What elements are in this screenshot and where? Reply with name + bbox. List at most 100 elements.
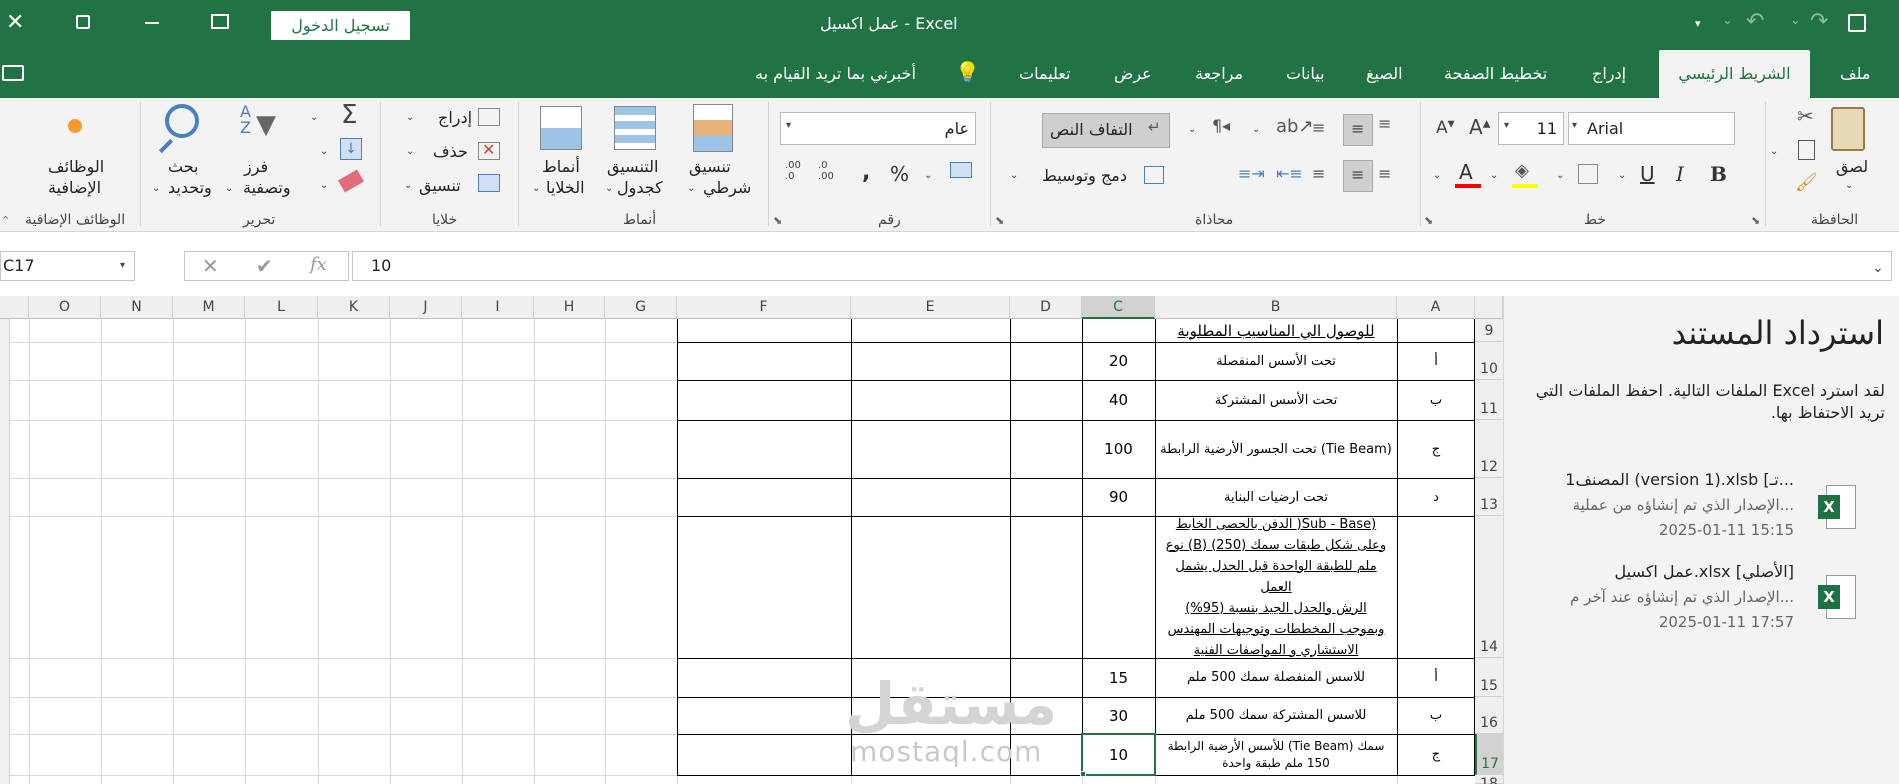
column-header[interactable]: L [245, 296, 318, 319]
cell-a10[interactable]: أ [1397, 342, 1475, 380]
tab-insert[interactable]: إدراج [1592, 50, 1626, 98]
decrease-font-icon[interactable]: A▼ [1436, 118, 1455, 138]
row-header[interactable]: 14 [1475, 516, 1503, 658]
borders-icon[interactable] [1578, 164, 1598, 184]
cell-c13[interactable]: 90 [1082, 478, 1155, 516]
copy-dropdown-icon[interactable]: ⌄ [1770, 146, 1778, 157]
delete-cells-label[interactable]: حذف [433, 142, 468, 161]
autosum-dropdown-icon[interactable]: ⌄ [310, 112, 318, 123]
cell-a16[interactable]: ب [1397, 697, 1475, 734]
font-name-dropdown-icon[interactable]: ▾ [1572, 120, 1577, 131]
expand-formula-icon[interactable]: ⌄ [1872, 260, 1884, 276]
paste-icon[interactable] [1831, 107, 1865, 151]
fill-handle[interactable] [1080, 771, 1086, 777]
cell-a9[interactable] [1397, 319, 1475, 342]
lightbulb-icon[interactable]: 💡 [955, 60, 980, 84]
fill-icon[interactable]: ↓ [340, 138, 362, 160]
signin-button[interactable]: تسجيل الدخول [271, 11, 410, 40]
merge-center-icon[interactable] [1144, 166, 1164, 184]
cell-b13[interactable]: تحت ارضيات البناية [1155, 478, 1397, 516]
autosum-icon[interactable]: Σ [341, 100, 357, 130]
orientation-dropdown-icon[interactable]: ⌄ [1252, 124, 1260, 135]
clear-dropdown-icon[interactable]: ⌄ [320, 180, 328, 191]
column-header[interactable]: M [173, 296, 245, 319]
confirm-entry-icon[interactable]: ✔ [256, 254, 273, 278]
italic-icon[interactable]: I [1676, 162, 1684, 186]
alignment-launcher-icon[interactable]: ⬊ [995, 214, 1004, 227]
align-right-icon[interactable]: ≡ [1378, 164, 1391, 183]
align-left-icon[interactable]: ≡ [1312, 164, 1325, 183]
format-cells-label[interactable]: تنسيق [419, 176, 461, 195]
redo-icon[interactable]: ↷ [1810, 9, 1828, 34]
merge-center-button[interactable]: دمج وتوسيط [1042, 166, 1127, 185]
number-format-select[interactable]: عام [780, 112, 976, 145]
row-header[interactable]: 9 [1475, 319, 1503, 342]
cell-a11[interactable]: ب [1397, 380, 1475, 420]
addins-label-1[interactable]: الوظائف [48, 157, 104, 176]
tab-file[interactable]: ملف [1840, 50, 1870, 98]
conditional-formatting-label-1[interactable]: تنسيق [689, 157, 731, 176]
format-as-table-label-2[interactable]: كجدول [617, 178, 663, 197]
undo-icon[interactable]: ↶ [1746, 9, 1764, 34]
find-select-label-2[interactable]: وتحديد [168, 178, 212, 197]
format-cells-icon[interactable] [478, 174, 500, 192]
insert-cells-label[interactable]: إدراج [438, 108, 472, 127]
find-select-dropdown-icon[interactable]: ⌄ [152, 183, 160, 194]
cell-a15[interactable]: أ [1397, 658, 1475, 697]
fill-dropdown-icon[interactable]: ⌄ [320, 146, 328, 157]
sort-filter-label-2[interactable]: وتصفية [243, 178, 291, 197]
restore-icon[interactable] [76, 15, 90, 29]
font-launcher-icon[interactable]: ⬊ [1424, 214, 1433, 227]
cell-b16[interactable]: للاسس المشتركة سمك 500 ملم [1155, 697, 1397, 734]
increase-decimal-icon[interactable]: .0.00 [818, 160, 834, 182]
orientation-icon[interactable]: ab↗ [1276, 116, 1314, 137]
row-header[interactable]: 12 [1475, 420, 1503, 478]
number-launcher-icon[interactable]: ⬊ [773, 214, 782, 227]
table-dropdown-icon[interactable]: ⌄ [605, 183, 613, 194]
find-select-icon[interactable] [165, 104, 199, 138]
cell-c16[interactable]: 30 [1082, 697, 1155, 734]
percent-icon[interactable]: % [890, 162, 909, 186]
comma-style-icon[interactable]: , [862, 160, 870, 185]
cell-b12[interactable]: تحت الجسور الأرضية الرابطة (Tie Beam) [1155, 420, 1397, 478]
font-color-icon[interactable]: A [1459, 160, 1473, 184]
underline-icon[interactable]: U [1640, 162, 1655, 186]
formula-input[interactable]: 10 [352, 251, 1892, 281]
tab-data[interactable]: بيانات [1286, 50, 1325, 98]
tab-review[interactable]: مراجعة [1195, 50, 1243, 98]
cancel-entry-icon[interactable]: ✕ [202, 254, 219, 278]
insert-cells-icon[interactable] [478, 108, 500, 126]
cell-a13[interactable]: د [1397, 478, 1475, 516]
copy-icon[interactable] [1798, 140, 1815, 160]
addins-label-2[interactable]: الإضافية [48, 178, 101, 197]
cell-b15[interactable]: للاسس المنفصلة سمك 500 ملم [1155, 658, 1397, 697]
row-header[interactable]: 15 [1475, 658, 1503, 697]
vertical-scrollbar[interactable] [0, 319, 10, 784]
bold-icon[interactable]: B [1710, 162, 1727, 186]
cell-c15[interactable]: 15 [1082, 658, 1155, 697]
tab-formulas[interactable]: الصيغ [1366, 50, 1403, 98]
redo-dropdown-icon[interactable]: ⌄ [1722, 13, 1733, 28]
collapse-ribbon-icon[interactable]: ⌃ [1, 214, 10, 227]
sort-filter-icon[interactable]: AZ [240, 104, 251, 136]
cut-icon[interactable]: ✂ [1797, 104, 1814, 128]
tell-me-label[interactable]: أخبرني بما تريد القيام به [755, 50, 916, 98]
increase-font-icon[interactable]: A▲ [1469, 115, 1490, 139]
undo-dropdown-icon[interactable]: ⌄ [1790, 13, 1801, 28]
customize-qat-icon[interactable]: ▾ [1695, 17, 1701, 30]
column-header[interactable]: D [1010, 296, 1082, 319]
insert-cells-dropdown-icon[interactable]: ⌄ [406, 112, 414, 123]
paste-dropdown-icon[interactable]: ⌄ [1845, 180, 1853, 191]
format-painter-icon[interactable]: 🖌 [1795, 172, 1818, 193]
recovered-file-name[interactable]: المصنف1 (version 1).xlsb [تـ... [1565, 470, 1794, 489]
cell-b17[interactable]: للأسس الأرضية الرابطة (Tie Beam) سمك 150… [1155, 734, 1397, 775]
conditional-formatting-icon[interactable] [693, 104, 733, 152]
cell-c12[interactable]: 100 [1082, 420, 1155, 478]
format-as-table-icon[interactable] [614, 106, 656, 150]
column-header[interactable]: G [605, 296, 677, 319]
accounting-dropdown-icon[interactable]: ⌄ [924, 170, 932, 181]
tab-help[interactable]: تعليمات [1019, 50, 1070, 98]
save-icon[interactable] [1848, 14, 1866, 32]
tab-view[interactable]: عرض [1114, 50, 1152, 98]
comments-icon[interactable] [2, 65, 24, 81]
